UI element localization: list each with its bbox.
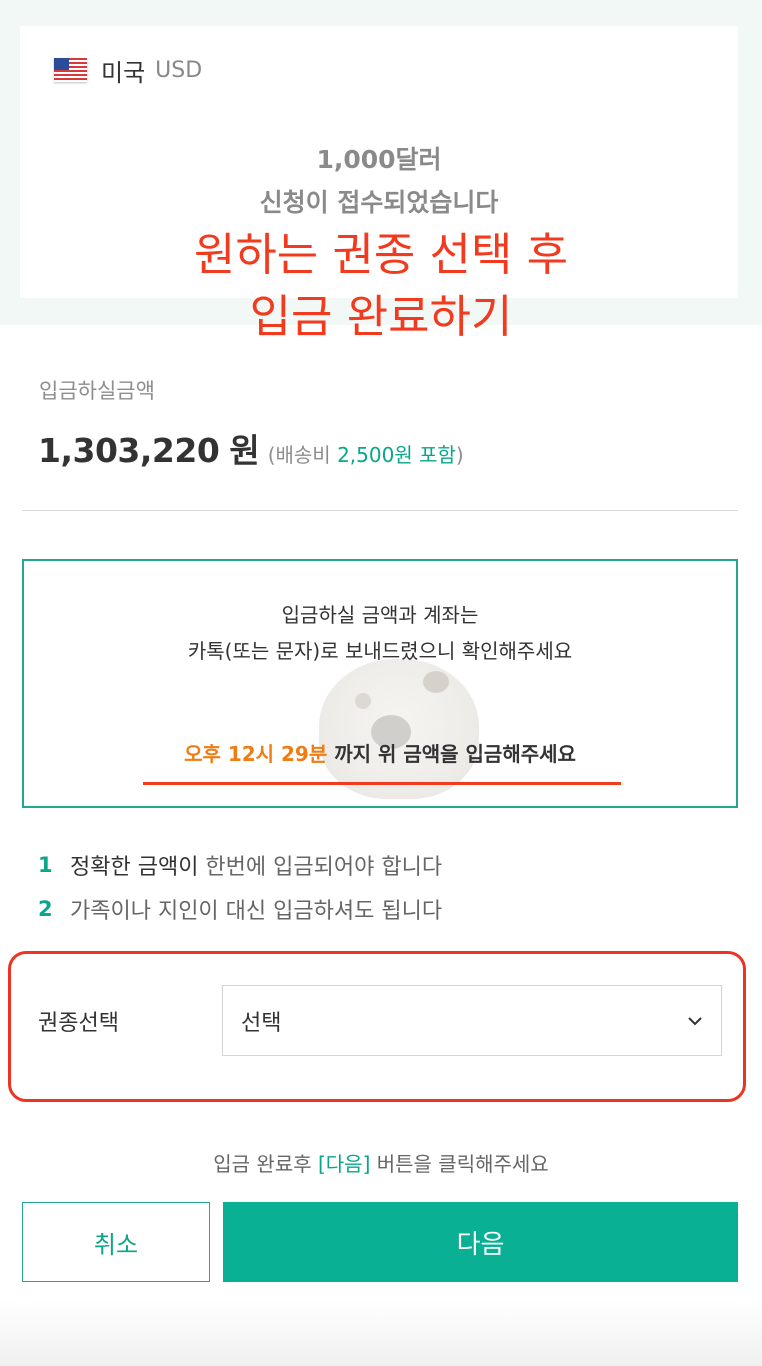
cancel-button[interactable]: 취소 — [22, 1202, 210, 1282]
notice-status: 신청이 접수되었습니다 — [259, 188, 499, 217]
amount-row: 1,303,220 원 (배송비 2,500원 포함) — [38, 424, 464, 472]
deposit-deadline: 오후 12시 29분 까지 위 금액을 입금해주세요 — [24, 738, 736, 767]
deposit-info-box: 입금하실 금액과 계좌는 카톡(또는 문자)로 보내드렸으니 확인해주세요 오후… — [22, 559, 738, 808]
annotation-overlay: 원하는 권종 선택 후 입금 완료하기 — [0, 224, 762, 348]
denomination-selected-value: 선택 — [241, 1010, 282, 1036]
chevron-down-icon — [688, 1016, 702, 1025]
notice-amount: 1,000달러 — [316, 145, 442, 174]
rule-text: 정확한 금액이 한번에 입금되어야 합니다 — [70, 855, 443, 880]
shipping-prefix: (배송비 — [267, 443, 331, 467]
amount-label: 입금하실금액 — [39, 379, 155, 403]
deadline-text: 까지 위 금액을 입금해주세요 — [327, 742, 576, 766]
info-line-1: 입금하실 금액과 계좌는 — [281, 603, 479, 627]
rule-item: 1 정확한 금액이 한번에 입금되어야 합니다 — [38, 843, 442, 887]
rule-text: 가족이나 지인이 대신 입금하셔도 됩니다 — [70, 899, 443, 924]
annotation-underline — [143, 782, 621, 785]
dog-watermark-image — [319, 659, 479, 799]
deposit-info-text: 입금하실 금액과 계좌는 카톡(또는 문자)로 보내드렸으니 확인해주세요 — [24, 597, 736, 669]
next-button[interactable]: 다음 — [223, 1202, 738, 1282]
completion-hint: 입금 완료후 [다음] 버튼을 클릭해주세요 — [213, 1152, 549, 1176]
rule-number: 1 — [38, 853, 53, 877]
rule-item: 2 가족이나 지인이 대신 입금하셔도 됩니다 — [38, 887, 442, 931]
shipping-suffix: ) — [455, 443, 464, 467]
us-flag-icon — [54, 58, 87, 82]
currency-code: USD — [155, 57, 203, 83]
divider — [22, 510, 738, 511]
country-row: 미국 USD — [54, 56, 203, 87]
denomination-select[interactable]: 선택 — [222, 985, 722, 1056]
bottom-fade — [0, 1300, 762, 1366]
country-name: 미국 — [101, 58, 146, 87]
shipping-note: (배송비 2,500원 포함) — [268, 439, 464, 468]
amount-value: 1,303,220 — [38, 431, 220, 470]
request-notice: 1,000달러 신청이 접수되었습니다 — [20, 138, 738, 224]
denomination-label: 권종선택 — [38, 1011, 119, 1036]
annotation-line-2: 입금 완료하기 — [249, 290, 513, 343]
shipping-fee: 2,500원 포함 — [337, 443, 456, 467]
info-line-2: 카톡(또는 문자)로 보내드렸으니 확인해주세요 — [187, 639, 573, 663]
annotation-line-1: 원하는 권종 선택 후 — [193, 228, 569, 281]
hint-link-text: [다음] — [317, 1152, 371, 1176]
amount-unit: 원 — [229, 431, 260, 470]
rule-number: 2 — [38, 897, 53, 921]
deposit-rules: 1 정확한 금액이 한번에 입금되어야 합니다 2 가족이나 지인이 대신 입금… — [38, 843, 442, 931]
deadline-time: 오후 12시 29분 — [184, 742, 328, 766]
page: 미국 USD 1,000달러 신청이 접수되었습니다 원하는 권종 선택 후 입… — [0, 0, 762, 1366]
